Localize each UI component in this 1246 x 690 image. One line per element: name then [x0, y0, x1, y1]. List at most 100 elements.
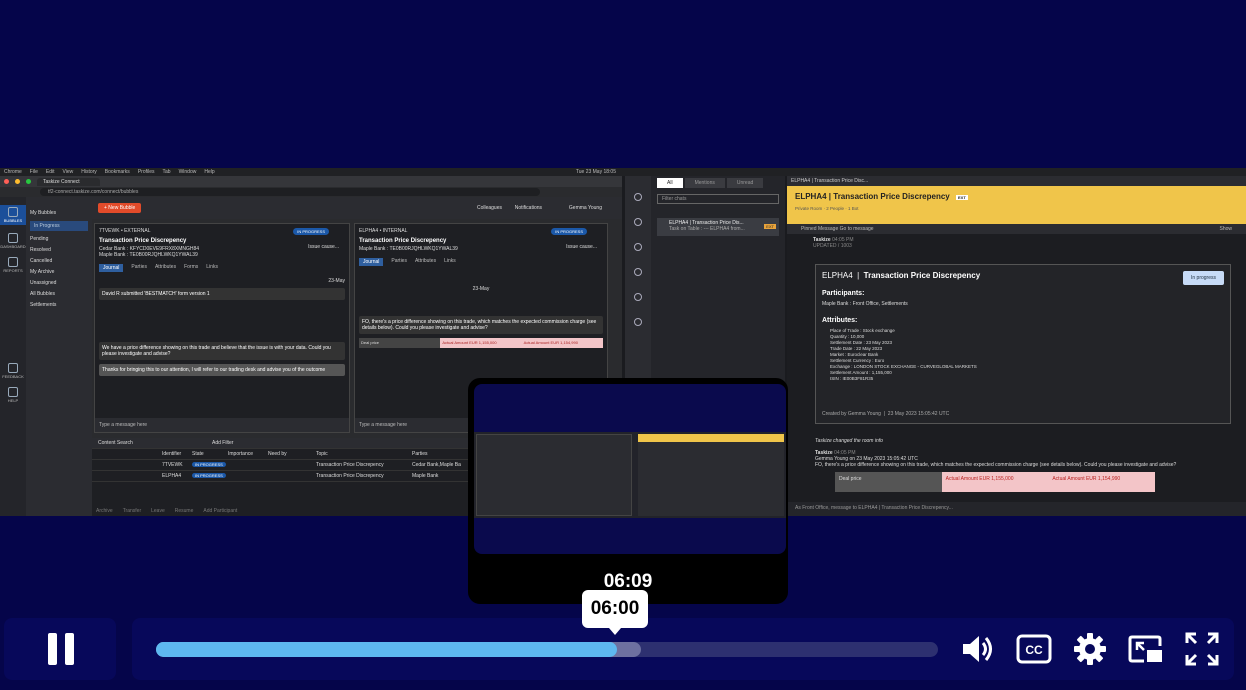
tab-journal: Journal — [99, 264, 124, 272]
gear-icon[interactable] — [1071, 630, 1109, 668]
chat-icon — [634, 293, 642, 301]
col-importance: Importance — [228, 451, 254, 457]
svg-text:CC: CC — [1025, 643, 1043, 657]
row-topic: Transaction Price Discrepency — [316, 462, 384, 468]
nav-label: FEEDBACK — [2, 374, 24, 379]
attribute-item: ISIN : IE00B3F81R35 — [830, 376, 874, 381]
nav-label: BUBBLES — [3, 218, 23, 223]
people-icon — [634, 243, 642, 251]
footer-action: Transfer — [122, 507, 142, 514]
col-topic: Topic — [316, 451, 328, 457]
plus-icon — [634, 193, 642, 201]
col-needby: Need by — [268, 451, 287, 457]
panel-tabs: Journal Parties Attributes Links — [359, 258, 603, 266]
video-player: Chrome File Edit View History Bookmarks … — [0, 0, 1246, 690]
message-text: FO, there's a price difference showing o… — [815, 462, 1177, 468]
tab-journal: Journal — [359, 258, 384, 266]
ext-badge: EXT — [955, 195, 968, 200]
panel-tabs: Journal Parties Attributes Forms Links — [99, 264, 345, 272]
journal-message: We have a price difference showing on th… — [99, 342, 345, 360]
card-title: Transaction Price Discrepency — [863, 271, 981, 280]
pause-icon-bar — [65, 633, 74, 665]
footer-action: Resume — [174, 507, 194, 514]
col-state: State — [192, 451, 204, 457]
menubar-item: Chrome — [4, 169, 22, 175]
colleagues-label: Colleagues — [476, 205, 502, 211]
tab-parties: Parties — [131, 264, 147, 270]
add-filter: Add Filter — [212, 440, 234, 446]
menubar-item: Edit — [45, 169, 55, 175]
bubble-card: ELPHA4 | Transaction Price Discrepency I… — [815, 264, 1231, 424]
sidebar-item-in-progress: In Progress — [30, 221, 88, 231]
message-input: Type a message here — [95, 418, 349, 432]
menubar-clock: Tue 23 May 18:05 — [575, 169, 616, 175]
help-icon — [8, 387, 18, 397]
tab-links: Links — [444, 258, 456, 264]
price-cell: Actual Amount EUR 1,154,990 — [521, 338, 603, 348]
journal-message: Thanks for bringing this to our attentio… — [99, 364, 345, 376]
bubbles-sidebar: My Bubbles In Progress Pending Resolved … — [26, 197, 92, 516]
content-search: Content Search — [98, 440, 133, 446]
feedback-icon — [8, 363, 18, 373]
closed-captions-icon[interactable]: CC — [1015, 630, 1053, 668]
state-badge: IN PROGRESS — [192, 473, 226, 478]
menubar-item: File — [29, 169, 38, 175]
address-bar: tf2-connect.taskize.com/connect/bubbles — [0, 187, 622, 197]
filter-all: All — [657, 178, 683, 188]
bell-icon — [634, 268, 642, 276]
room-tab: ELPHA4 | Transaction Price Disc... — [787, 176, 1246, 186]
col-identifier: Identifier — [162, 451, 182, 457]
app-topbar: + New Bubble Colleagues Notifications Ge… — [92, 197, 622, 219]
room-info-change: Taskize changed the room info — [815, 438, 883, 444]
bookmark-icon — [634, 318, 642, 326]
minimize-window-icon — [15, 179, 20, 184]
ext-badge: EXT — [764, 224, 776, 229]
tab-parties: Parties — [391, 258, 407, 264]
menubar-item: Tab — [162, 169, 171, 175]
nav-label: HELP — [7, 398, 19, 403]
user-name: Gemma Young — [568, 205, 602, 211]
row-id: ELPHA4 — [162, 473, 182, 479]
pause-button[interactable] — [46, 633, 76, 667]
status-badge: IN PROGRESS — [551, 228, 587, 235]
seek-bar[interactable] — [156, 642, 938, 657]
room-title: ELPHA4 | Transaction Price Discrepency — [795, 192, 950, 201]
created-by-text: Created by Gemma Young — [822, 411, 881, 417]
sidebar-item-settlements: Settlements — [30, 302, 57, 308]
card-org: ELPHA4 — [822, 271, 853, 280]
preview-frame — [474, 432, 786, 518]
preview-right-window — [638, 434, 784, 516]
price-table: Deal price Actual Amount EUR 1,155,000 A… — [835, 472, 1156, 492]
tab-attributes: Attributes — [154, 264, 177, 270]
show-link: Show — [1219, 226, 1232, 232]
participants-heading: Participants: — [822, 290, 865, 297]
created-at: 23 May 2023 15:05:42 UTC — [887, 411, 950, 417]
price-label: Deal price — [359, 338, 441, 348]
bubbles-icon — [8, 207, 18, 217]
sidebar-item-pending: Pending — [30, 236, 49, 242]
seek-time-tooltip: 06:00 — [582, 590, 648, 635]
nav-label: DASHBOARD — [0, 244, 26, 249]
filter-unread: Unread — [726, 178, 764, 188]
bubble-panel-external: 7TVEWK • EXTERNAL IN PROGRESS Transactio… — [94, 223, 350, 433]
dashboard-icon — [8, 233, 18, 243]
browser-tabbar: Taskize Connect — [0, 176, 622, 187]
sidebar-item-all: All Bubbles — [30, 291, 56, 297]
volume-icon[interactable] — [959, 630, 997, 668]
row-parties: Maple Bank — [412, 473, 439, 479]
room-header: ELPHA4 | Transaction Price Discrepency E… — [787, 186, 1246, 224]
chat-room: ELPHA4 | Transaction Price Disc... ELPHA… — [787, 176, 1246, 516]
mac-menubar: Chrome File Edit View History Bookmarks … — [0, 168, 1246, 176]
price-cell: Actual Amount EUR 1,155,000 — [440, 338, 522, 348]
sidebar-item-resolved: Resolved — [30, 247, 51, 253]
nav-help: HELP — [0, 387, 26, 403]
status-badge: In progress — [1182, 271, 1224, 285]
chat-subtitle: Task on Table : --- ELPHA4 from... — [669, 226, 745, 232]
room-subtitle: Private Room · 2 People · 1 Bot — [795, 206, 859, 211]
miniplayer-icon[interactable] — [1127, 630, 1165, 668]
preview-thumbnail — [474, 384, 786, 554]
fullscreen-icon[interactable] — [1183, 630, 1221, 668]
price-cell: Actual Amount EUR 1,155,000 — [941, 472, 1049, 492]
my-bubbles: My Bubbles — [30, 210, 57, 216]
maximize-window-icon — [26, 179, 31, 184]
